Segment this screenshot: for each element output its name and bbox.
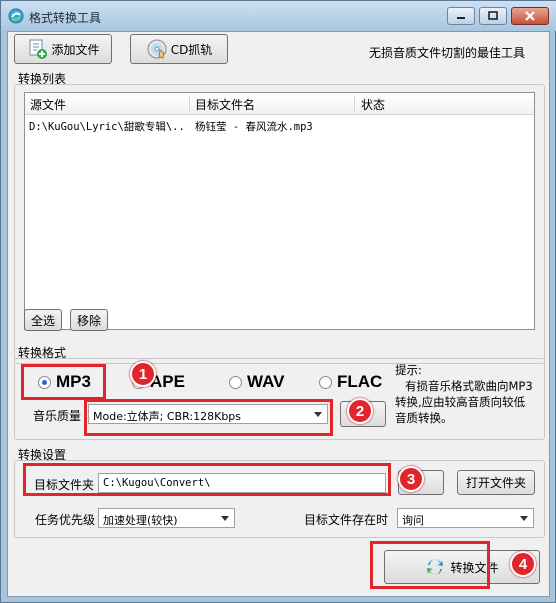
highlight-target-folder [23,463,391,496]
badge-2: 2 [347,398,373,424]
tip-line-1: 有损音乐格式歌曲向MP3 [405,379,533,393]
chevron-down-icon [520,516,528,521]
cd-disc-icon [147,39,167,59]
file-list-header: 源文件 目标文件名 状态 [25,93,534,115]
radio-flac[interactable] [319,376,332,389]
radio-wav[interactable] [229,376,242,389]
priority-select[interactable]: 加速处理(较快) [98,508,235,528]
table-row[interactable]: D:\KuGou\Lyric\甜歌专辑\.. 杨钰莹 - 春风流水.mp3 [25,116,534,136]
slogan-text: 无损音质文件切割的最佳工具 [369,46,526,60]
quality-label: 音乐质量 [33,409,82,423]
title-bar[interactable]: 格式转换工具 [1,1,556,31]
minimize-button[interactable] [447,7,475,25]
priority-label: 任务优先级 [35,513,96,527]
remove-label: 移除 [76,313,101,328]
highlight-convert [370,541,490,589]
app-icon [8,8,24,24]
exists-label: 目标文件存在时 [304,513,389,527]
select-all-label: 全选 [30,313,55,328]
add-file-label: 添加文件 [51,42,100,57]
chevron-down-icon [221,516,229,521]
open-folder-button[interactable]: 打开文件夹 [457,470,535,495]
column-source[interactable]: 源文件 [30,96,66,113]
highlight-quality [84,399,333,436]
highlight-format [21,364,106,400]
tip-title: 提示: [395,363,422,377]
cd-grab-label: CD抓轨 [170,42,213,57]
column-target[interactable]: 目标文件名 [195,96,255,113]
badge-3: 3 [398,466,424,492]
file-list[interactable]: 源文件 目标文件名 状态 D:\KuGou\Lyric\甜歌专辑\.. 杨钰莹 … [24,92,535,330]
select-all-button[interactable]: 全选 [24,309,62,331]
exists-select[interactable]: 询问 [397,508,534,528]
tip-line-3: 音质转换。 [395,411,453,425]
add-file-button[interactable]: 添加文件 [14,34,112,64]
close-icon [525,11,535,21]
exists-value: 询问 [402,514,424,527]
tip-line-2: 转换,应由较高音质向较低 [395,395,526,409]
window-title: 格式转换工具 [29,11,102,25]
tip-box: 提示: 有损音乐格式歌曲向MP3 转换,应由较高音质向较低 音质转换。 [395,362,533,426]
app-window: 格式转换工具 添加文件 CD抓轨 无损音质文件切割的最佳工具 转换列表 源文件 … [0,0,556,603]
row-target: 杨钰莹 - 春风流水.mp3 [195,121,313,133]
client-area: 添加文件 CD抓轨 无损音质文件切割的最佳工具 转换列表 源文件 目标文件名 状… [7,31,550,597]
maximize-icon [488,11,498,20]
format-flac-label[interactable]: FLAC [337,372,382,392]
priority-value: 加速处理(较快) [103,514,178,527]
open-folder-label: 打开文件夹 [465,476,526,490]
badge-1: 1 [130,361,156,387]
minimize-icon [457,17,465,19]
column-status[interactable]: 状态 [361,96,385,113]
remove-button[interactable]: 移除 [70,309,108,331]
maximize-button[interactable] [479,7,507,25]
close-button[interactable] [511,7,549,25]
badge-4: 4 [510,551,536,577]
format-wav-label[interactable]: WAV [247,372,284,392]
row-source: D:\KuGou\Lyric\甜歌专辑\.. [29,121,185,133]
add-file-icon [29,39,48,59]
cd-grab-button[interactable]: CD抓轨 [130,34,228,64]
